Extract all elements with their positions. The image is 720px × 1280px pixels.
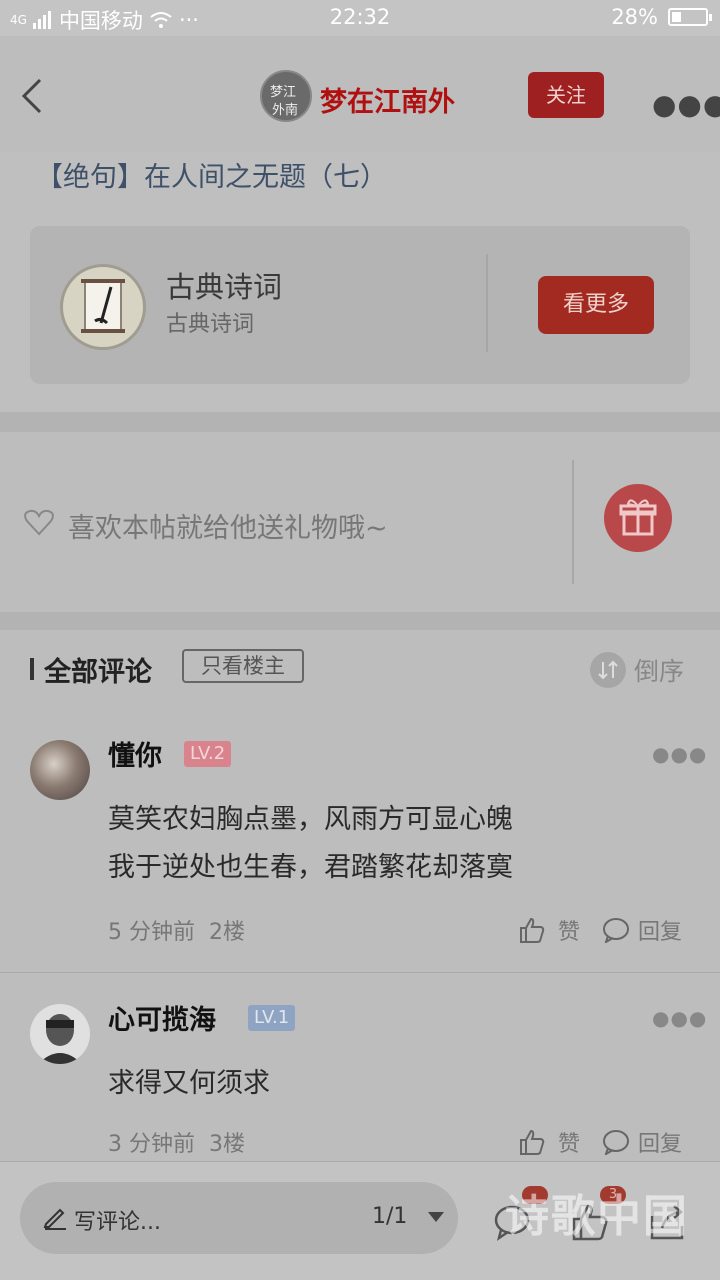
comment-divider [0, 972, 720, 973]
watermark: 诗歌中国 [505, 1191, 689, 1242]
card-divider [486, 254, 488, 352]
back-arrow-icon[interactable] [18, 76, 48, 116]
only-host-toggle[interactable]: 只看楼主 [182, 649, 304, 683]
comment-item: 懂你 LV.2 ●●● 莫笑农妇胸点墨，风雨方可显心魄 我于逆处也生春，君踏繁花… [0, 720, 720, 970]
commenter-avatar[interactable] [30, 740, 90, 800]
gift-prompt: 喜欢本帖就给他送礼物哦~ [68, 513, 388, 544]
battery-percent: 28% [611, 5, 658, 29]
comment-time: 5 分钟前 [108, 920, 195, 945]
comment-text-line: 莫笑农妇胸点墨，风雨方可显心魄 [108, 804, 513, 835]
more-menu-icon[interactable]: ●●● [652, 88, 720, 121]
comment-more-icon[interactable]: ●●● [652, 1006, 707, 1030]
commenter-avatar[interactable] [30, 1004, 90, 1064]
sort-toggle[interactable]: 倒序 [634, 652, 684, 688]
section-separator [0, 412, 720, 432]
gift-icon [619, 499, 657, 536]
write-comment-input[interactable]: 写评论... 1/1 [20, 1182, 458, 1254]
pencil-icon [43, 1208, 66, 1230]
svg-text:梦江: 梦江 [270, 85, 296, 100]
comment-floor: 3楼 [209, 1132, 245, 1157]
svg-text:外南: 外南 [272, 102, 298, 118]
comment-floor: 2楼 [209, 920, 245, 945]
forum-scroll-icon [60, 264, 146, 350]
thumbs-up-icon [520, 917, 545, 943]
forum-title: 古典诗词 [166, 270, 283, 304]
comment-text-line: 我于逆处也生春，君踏繁花却落寞 [108, 852, 513, 883]
thumbs-up-icon [520, 1129, 545, 1155]
follow-button[interactable]: 关注 [528, 72, 604, 118]
author-name[interactable]: 梦在江南外 [320, 80, 455, 119]
heart-icon [24, 509, 54, 536]
like-button[interactable]: 赞 [518, 1126, 580, 1158]
comment-bubble-icon [603, 918, 629, 943]
level-badge: LV.1 [248, 1005, 296, 1031]
reply-label: 回复 [638, 920, 683, 945]
comment-item: 心可揽海 LV.1 ●●● 求得又何须求 3 分钟前 3楼 赞 回复 [0, 984, 720, 1161]
battery-icon [668, 8, 712, 26]
reply-label: 回复 [638, 1132, 683, 1157]
commenter-name[interactable]: 懂你 [108, 734, 162, 773]
level-badge: LV.2 [184, 741, 232, 767]
page-indicator[interactable]: 1/1 [372, 1204, 407, 1229]
comment-bubble-icon [603, 1130, 629, 1155]
comment-text-line: 求得又何须求 [108, 1068, 270, 1099]
status-bar: 4G 中国移动 ··· 22:32 28% [0, 0, 720, 36]
all-comments-title: 全部评论 [44, 657, 152, 688]
sort-icon[interactable] [590, 652, 626, 688]
comment-more-icon[interactable]: ●●● [652, 742, 707, 766]
comment-time: 3 分钟前 [108, 1132, 195, 1157]
commenter-name[interactable]: 心可揽海 [108, 998, 216, 1037]
gift-button[interactable] [604, 484, 672, 552]
post-title: 【绝句】在人间之无题（七） [36, 162, 387, 193]
forum-subtitle: 古典诗词 [166, 312, 255, 337]
top-navbar: 梦江外南 梦在江南外 关注 ●●● [0, 36, 720, 152]
write-comment-placeholder: 写评论... [74, 1210, 161, 1235]
comment-meta: 3 分钟前 3楼 [108, 1126, 245, 1158]
forum-card[interactable]: 古典诗词 古典诗词 看更多 [30, 226, 690, 384]
section-separator [0, 612, 720, 630]
gift-divider [572, 460, 574, 584]
see-more-button[interactable]: 看更多 [538, 276, 654, 334]
reply-button[interactable]: 回复 [602, 914, 682, 946]
author-avatar[interactable]: 梦江 外南 [260, 70, 312, 122]
comment-meta: 5 分钟前 2楼 [108, 914, 245, 946]
section-marker [30, 658, 34, 680]
like-label: 赞 [558, 1132, 581, 1157]
reply-button[interactable]: 回复 [602, 1126, 682, 1158]
like-button[interactable]: 赞 [518, 914, 580, 946]
gift-section: 喜欢本帖就给他送礼物哦~ [0, 432, 720, 612]
like-label: 赞 [558, 920, 581, 945]
caret-down-icon[interactable] [428, 1212, 444, 1222]
